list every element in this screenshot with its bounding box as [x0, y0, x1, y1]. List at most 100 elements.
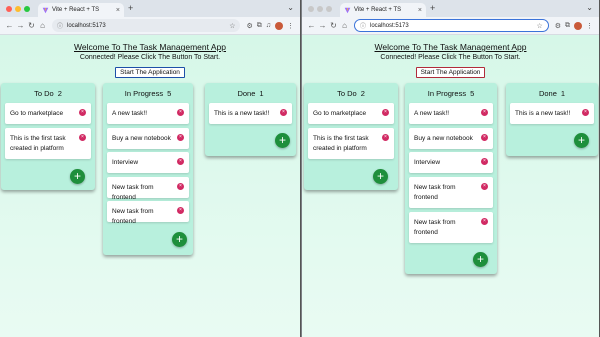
address-bar[interactable]: ⓘ localhost:5173 ☆ [52, 19, 241, 32]
task-card[interactable]: This is a new task!! × [510, 103, 594, 124]
extension-icon[interactable]: ⚙ [555, 22, 561, 30]
delete-task-icon[interactable]: × [481, 134, 488, 141]
address-bar[interactable]: ⓘ localhost:5173 ☆ [354, 19, 549, 32]
minimize-window-icon[interactable] [15, 5, 21, 12]
task-text: This is a new task!! [214, 110, 270, 117]
delete-task-icon[interactable]: × [177, 207, 184, 214]
menu-icon[interactable]: ⋮ [586, 22, 593, 30]
new-tab-icon[interactable]: + [128, 3, 133, 13]
column-title: Done [237, 88, 256, 98]
delete-task-icon[interactable]: × [481, 158, 488, 165]
new-tab-icon[interactable]: + [430, 3, 435, 13]
delete-task-icon[interactable]: × [481, 183, 488, 190]
column-done: Done 1 This is a new task!! × + [506, 83, 598, 156]
delete-task-icon[interactable]: × [177, 134, 184, 141]
column-todo: To Do 2 Go to marketplace × This is the fi… [1, 83, 95, 190]
task-card[interactable]: New task from frontend × [107, 201, 189, 225]
task-card[interactable]: Buy a new notebook × [409, 128, 493, 149]
task-card[interactable]: Interview × [409, 152, 493, 173]
url-text: localhost:5173 [370, 22, 409, 29]
chevron-down-icon[interactable]: ⌄ [586, 3, 593, 12]
task-card[interactable]: New task from frontend × [409, 177, 493, 208]
chevron-down-icon[interactable]: ⌄ [287, 3, 294, 12]
delete-task-icon[interactable]: × [280, 109, 287, 116]
close-tab-icon[interactable]: × [418, 7, 422, 14]
puzzle-icon[interactable]: ⧉ [257, 22, 262, 30]
delete-task-icon[interactable]: × [582, 109, 589, 116]
task-card[interactable]: A new task!! × [409, 103, 493, 124]
browser-tab[interactable]: Vite + React + TS × [38, 3, 124, 17]
task-card[interactable]: New task from frontend × [107, 177, 189, 201]
add-task-button[interactable]: + [172, 232, 187, 247]
task-card[interactable]: Interview × [107, 152, 189, 173]
task-text: This is the first task created in platfo… [313, 135, 369, 152]
bookmark-star-icon[interactable]: ☆ [536, 22, 542, 30]
task-text: Buy a new notebook [414, 135, 473, 142]
start-application-button[interactable]: Start The Application [415, 67, 486, 78]
delete-task-icon[interactable]: × [382, 109, 389, 116]
browser-toolbar: ← → ↻ ⌂ ⓘ localhost:5173 ☆ ⚙ ⧉ ♫ ⋮ [0, 17, 300, 35]
column-count: 2 [360, 88, 365, 98]
site-info-icon[interactable]: ⓘ [360, 21, 366, 30]
delete-task-icon[interactable]: × [177, 158, 184, 165]
home-icon[interactable]: ⌂ [37, 21, 48, 30]
back-icon[interactable]: ← [4, 21, 15, 30]
task-card[interactable]: Go to marketplace × [308, 103, 394, 124]
add-task-button[interactable]: + [373, 169, 388, 184]
task-text: Interview [414, 159, 441, 166]
add-task-button[interactable]: + [574, 133, 589, 148]
reload-icon[interactable]: ↻ [26, 21, 37, 30]
add-task-button[interactable]: + [473, 252, 488, 267]
maximize-window-icon[interactable] [24, 5, 30, 12]
task-text: Go to marketplace [10, 110, 64, 117]
start-application-button[interactable]: Start The Application [115, 67, 185, 78]
bookmark-star-icon[interactable]: ☆ [229, 22, 235, 30]
forward-icon[interactable]: → [317, 21, 328, 30]
browser-window-right: Vite + React + TS × + ⌄ ← → ↻ ⌂ ⓘ localh… [302, 0, 600, 337]
task-text: Buy a new notebook [112, 135, 171, 142]
task-text: New task from frontend [112, 184, 154, 201]
media-icon[interactable]: ♫ [266, 22, 271, 29]
maximize-window-icon[interactable] [326, 5, 332, 12]
task-text: This is a new task!! [515, 110, 571, 117]
task-card[interactable]: This is the first task created in platfo… [308, 128, 394, 159]
site-info-icon[interactable]: ⓘ [57, 21, 63, 30]
delete-task-icon[interactable]: × [79, 134, 86, 141]
browser-tab[interactable]: Vite + React + TS × [340, 3, 426, 17]
profile-avatar[interactable] [574, 21, 582, 30]
close-window-icon[interactable] [308, 5, 314, 12]
column-count: 5 [470, 88, 475, 98]
task-card[interactable]: New task from frontend × [409, 212, 493, 243]
task-card[interactable]: Buy a new notebook × [107, 128, 189, 149]
task-text: New task from frontend [112, 208, 154, 225]
delete-task-icon[interactable]: × [177, 109, 184, 116]
close-window-icon[interactable] [6, 5, 12, 12]
task-text: New task from frontend [414, 184, 456, 201]
add-task-button[interactable]: + [275, 133, 290, 148]
column-count: 5 [167, 88, 172, 98]
menu-icon[interactable]: ⋮ [287, 22, 294, 30]
column-title: In Progress [124, 88, 164, 98]
delete-task-icon[interactable]: × [382, 134, 389, 141]
delete-task-icon[interactable]: × [79, 109, 86, 116]
minimize-window-icon[interactable] [317, 5, 323, 12]
delete-task-icon[interactable]: × [481, 218, 488, 225]
reload-icon[interactable]: ↻ [328, 21, 339, 30]
add-task-button[interactable]: + [70, 169, 85, 184]
task-card[interactable]: This is the first task created in platfo… [5, 128, 91, 159]
puzzle-icon[interactable]: ⧉ [565, 22, 570, 30]
delete-task-icon[interactable]: × [481, 109, 488, 116]
task-card[interactable]: A new task!! × [107, 103, 189, 124]
back-icon[interactable]: ← [306, 21, 317, 30]
column-title: Done [538, 88, 557, 98]
close-tab-icon[interactable]: × [116, 7, 120, 14]
profile-avatar[interactable] [275, 21, 283, 30]
column-todo: To Do 2 Go to marketplace × This is the fi… [304, 83, 398, 190]
task-card[interactable]: Go to marketplace × [5, 103, 91, 124]
delete-task-icon[interactable]: × [177, 183, 184, 190]
home-icon[interactable]: ⌂ [339, 21, 350, 30]
forward-icon[interactable]: → [15, 21, 26, 30]
task-card[interactable]: This is a new task!! × [209, 103, 292, 124]
task-text: New task from frontend [414, 219, 456, 236]
extension-icon[interactable]: ⚙ [246, 22, 252, 30]
